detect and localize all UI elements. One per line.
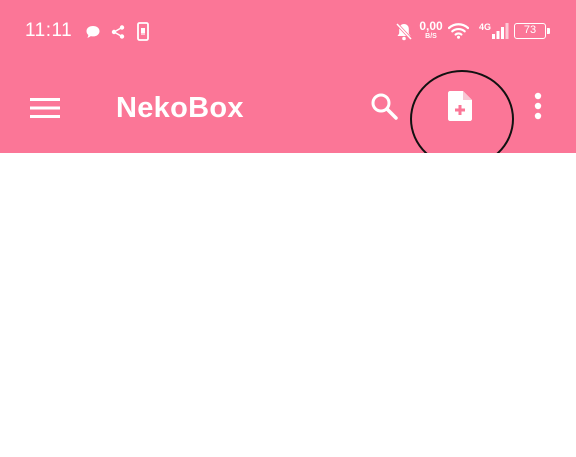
search-button[interactable] (362, 86, 406, 130)
app-window: 11:11 0,00 B/S 4G 73 NekoBox (0, 0, 576, 457)
app-bar: NekoBox (0, 64, 576, 153)
wifi-icon (447, 22, 470, 44)
new-file-icon (446, 90, 474, 127)
battery-level: 73 (523, 24, 537, 36)
network-type-label: 4G (479, 22, 492, 32)
screen-cast-icon (137, 22, 149, 46)
status-bar: 11:11 0,00 B/S 4G 73 (0, 0, 576, 64)
chat-bubble-icon (85, 24, 101, 45)
navigation-menu-button[interactable] (22, 88, 68, 132)
add-profile-button[interactable] (438, 86, 482, 130)
status-time: 11:11 (25, 20, 73, 41)
signal-strength-icon (491, 22, 509, 45)
battery-icon: 73 (514, 23, 550, 39)
overflow-menu-button[interactable] (520, 86, 556, 130)
share-icon (110, 24, 126, 45)
search-icon (370, 92, 398, 125)
network-speed-value: 0,00 (419, 19, 443, 33)
network-speed: 0,00 B/S (418, 20, 444, 40)
top-bar: 11:11 0,00 B/S 4G 73 NekoBox (0, 0, 576, 153)
main-content (0, 153, 576, 457)
app-title: NekoBox (116, 92, 244, 124)
hamburger-menu-icon (30, 97, 60, 124)
network-speed-unit: B/S (425, 33, 437, 40)
bell-off-icon (395, 22, 413, 47)
more-vert-icon (534, 92, 542, 125)
